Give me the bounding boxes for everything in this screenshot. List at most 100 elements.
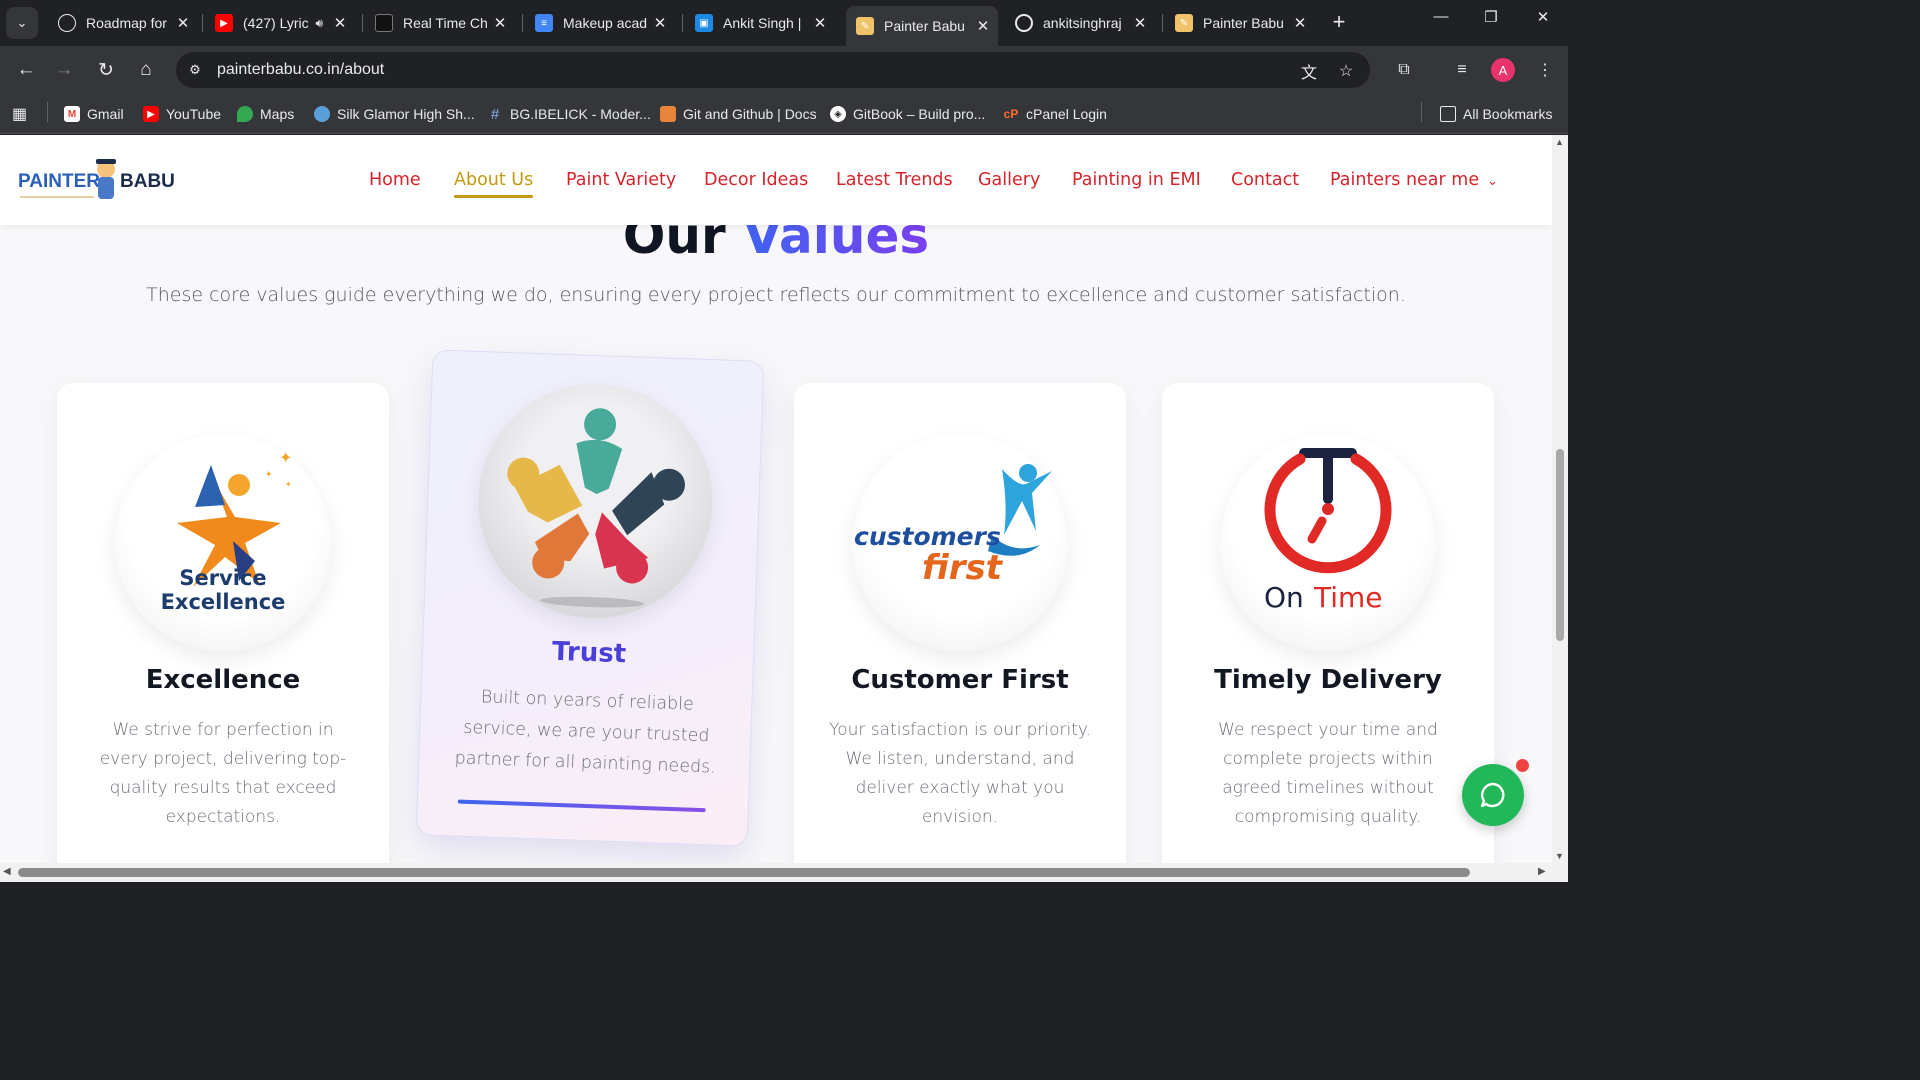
horizontal-scrollbar[interactable]: ◀ ▶	[0, 863, 1568, 882]
close-icon[interactable]: ✕	[651, 14, 669, 32]
bookmark-youtube[interactable]: ▶ YouTube	[143, 104, 221, 124]
url-text[interactable]: painterbabu.co.in/about	[217, 61, 384, 79]
bookmark-maps[interactable]: Maps	[237, 104, 294, 124]
scroll-right-arrow[interactable]: ▶	[1538, 866, 1546, 877]
value-card-excellence: ✦ ✦ ✦ Service Excellence Excellence We s…	[57, 383, 389, 863]
tab-separator	[522, 14, 523, 32]
bookmark-bg-ibelick[interactable]: # BG.IBELICK - Moder...	[487, 104, 651, 124]
nav-paint-variety[interactable]: Paint Variety	[566, 170, 676, 190]
tab-separator	[682, 14, 683, 32]
restore-icon[interactable]: ❐	[1476, 8, 1506, 26]
close-icon[interactable]: ✕	[491, 14, 509, 32]
nav-latest-trends[interactable]: Latest Trends	[836, 170, 953, 190]
close-icon[interactable]: ✕	[331, 14, 349, 32]
tab-realtime[interactable]: Real Time Ch ✕	[365, 6, 515, 40]
all-bookmarks[interactable]: All Bookmarks	[1440, 104, 1552, 124]
notification-dot	[1516, 759, 1529, 772]
tab-title: ankitsinghraj	[1043, 15, 1122, 31]
svg-text:✦: ✦	[265, 469, 273, 479]
nav-gallery[interactable]: Gallery	[978, 170, 1040, 190]
card-title: Excellence	[145, 665, 301, 695]
cpanel-icon: cP	[1003, 107, 1019, 121]
home-button[interactable]: ⌂	[132, 56, 160, 84]
nav-contact[interactable]: Contact	[1231, 170, 1299, 190]
forward-button[interactable]: →	[50, 56, 78, 84]
chat-widget-button[interactable]	[1462, 764, 1524, 826]
audio-icon[interactable]: 🔊︎	[315, 16, 323, 31]
tab-separator	[1162, 14, 1163, 32]
tab-ankit[interactable]: ▣ Ankit Singh | ✕	[685, 6, 835, 40]
close-icon[interactable]: ✕	[1131, 14, 1149, 32]
value-card-timely-delivery: On Time Timely Delivery We respect your …	[1162, 383, 1494, 863]
github-icon	[1015, 14, 1033, 32]
card-title: Timely Delivery	[1214, 665, 1442, 695]
scroll-left-arrow[interactable]: ◀	[3, 866, 11, 877]
service-excellence-icon: ✦ ✦ ✦ Service Excellence	[161, 450, 293, 614]
scroll-down-arrow[interactable]: ▼	[1555, 851, 1564, 861]
painter-babu-logo[interactable]: PAINTER BABU	[16, 151, 176, 207]
close-icon[interactable]: ✕	[1291, 14, 1309, 32]
tab-painter-babu-active[interactable]: ✎ Painter Babu ✕	[846, 6, 998, 46]
value-card-customer-first: customers first Customer First Your sati…	[794, 383, 1126, 863]
tab-github[interactable]: ankitsinghraj ✕	[1005, 6, 1155, 40]
new-tab-button[interactable]: +	[1328, 9, 1350, 35]
minimize-icon[interactable]: —	[1426, 8, 1456, 25]
bookmark-git-github[interactable]: Git and Github | Docs	[660, 104, 817, 124]
nav-painters-near-me[interactable]: Painters near me ⌄	[1330, 170, 1498, 190]
customers-first-icon: customers first	[854, 464, 1052, 588]
back-button[interactable]: ←	[12, 56, 40, 84]
reload-button[interactable]: ↻	[92, 56, 120, 84]
scroll-up-arrow[interactable]: ▲	[1555, 137, 1564, 147]
svg-text:Time: Time	[1313, 581, 1383, 614]
bookmark-gmail[interactable]: M Gmail	[64, 104, 124, 124]
svg-text:✦: ✦	[279, 450, 292, 467]
close-icon[interactable]: ✕	[174, 14, 192, 32]
tab-title: (427) Lyric	[243, 15, 309, 31]
tab-title: Ankit Singh |	[723, 15, 802, 31]
value-icon-circle: ✦ ✦ ✦ Service Excellence	[115, 435, 331, 651]
card-description: Your satisfaction is our priority. We li…	[829, 720, 1091, 827]
nav-decor-ideas[interactable]: Decor Ideas	[704, 170, 808, 190]
maps-icon	[237, 106, 253, 122]
tab-search-button[interactable]: ⌄	[6, 7, 38, 39]
address-bar[interactable]: ⚙ painterbabu.co.in/about 文 ☆	[176, 52, 1370, 88]
tab-title: Painter Babu	[1203, 15, 1284, 31]
tab-title: Roadmap for	[86, 15, 167, 31]
nav-painting-in-emi[interactable]: Painting in EMI	[1072, 170, 1201, 190]
nav-about-us[interactable]: About Us	[454, 170, 534, 198]
vertical-scrollbar[interactable]: ▲ ▼	[1552, 135, 1568, 863]
gmail-icon: M	[64, 106, 80, 122]
site-info-icon[interactable]: ⚙	[186, 61, 204, 79]
on-time-clock-icon: On Time	[1264, 448, 1392, 614]
scrollbar-thumb[interactable]	[1556, 449, 1564, 641]
bookmark-cpanel[interactable]: cP cPanel Login	[1003, 104, 1107, 124]
nav-home[interactable]: Home	[369, 170, 421, 190]
media-control-icon[interactable]: ≡	[1450, 58, 1474, 82]
close-icon[interactable]: ✕	[811, 14, 829, 32]
translate-icon[interactable]: 文	[1298, 60, 1320, 82]
extensions-icon[interactable]: ⧉	[1392, 58, 1416, 82]
site-header: PAINTER BABU Home About Us Paint Variety…	[0, 135, 1552, 225]
teamwork-icon	[507, 408, 686, 608]
tab-makeup[interactable]: ≡ Makeup acad ✕	[525, 6, 675, 40]
value-icon-circle: customers first	[852, 435, 1068, 651]
tab-youtube[interactable]: ▶ (427) Lyric 🔊︎ ✕	[205, 6, 355, 40]
chevron-down-icon: ⌄	[1487, 174, 1499, 189]
apps-icon[interactable]: ▦	[12, 104, 27, 124]
bookmark-gitbook[interactable]: ◈ GitBook – Build pro...	[830, 104, 985, 124]
card-title: Trust	[551, 636, 627, 670]
card-description: We strive for perfection in every projec…	[99, 720, 347, 827]
close-icon[interactable]: ✕	[974, 17, 992, 35]
card-title: Customer First	[851, 665, 1069, 695]
window-close-icon[interactable]: ✕	[1528, 8, 1558, 26]
bookmarks-bar: ▦ M Gmail ▶ YouTube Maps Silk Glamor High …	[0, 94, 1568, 134]
bookmark-silk[interactable]: Silk Glamor High Sh...	[314, 104, 475, 124]
star-icon[interactable]: ☆	[1335, 60, 1357, 82]
tab-painter-babu[interactable]: ✎ Painter Babu ✕	[1165, 6, 1315, 40]
profile-avatar[interactable]: A	[1491, 58, 1515, 82]
menu-kebab-icon[interactable]: ⋮	[1533, 58, 1557, 82]
tab-title: Real Time Ch	[403, 15, 488, 31]
tab-roadmap[interactable]: Roadmap for ✕	[48, 6, 198, 40]
painter-icon: ✎	[1175, 14, 1193, 32]
scrollbar-thumb[interactable]	[18, 868, 1470, 877]
